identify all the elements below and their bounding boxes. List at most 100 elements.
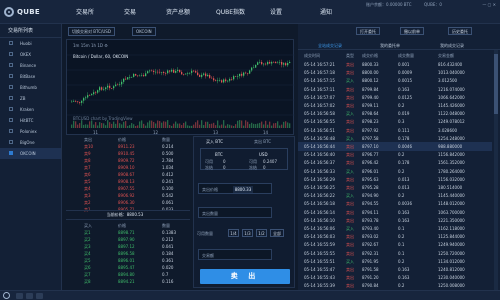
app-logo[interactable]: QUBE xyxy=(4,5,40,19)
tab-sell-btc[interactable]: 卖出 BTC xyxy=(254,139,271,145)
order-price: 8910.45 xyxy=(118,151,135,156)
order-amount: 0.542 xyxy=(162,193,174,198)
order-book-row[interactable]: 卖5 8908.13 0.241 xyxy=(68,178,178,185)
nav-assets[interactable]: 资产总额 xyxy=(166,7,190,16)
checkbox-icon[interactable] xyxy=(9,151,13,155)
status-icon[interactable] xyxy=(36,293,43,299)
order-book-row[interactable]: 卖7 8909.10 1.034 xyxy=(68,164,178,171)
checkbox-icon[interactable] xyxy=(9,96,13,100)
status-icon[interactable] xyxy=(26,293,33,299)
scroll-thumb[interactable] xyxy=(494,54,498,114)
sell-amount-field[interactable]: 卖出数量 xyxy=(198,207,272,218)
nav-notifications[interactable]: 通知 xyxy=(320,7,332,16)
nav-trade[interactable]: 交易 xyxy=(124,7,136,16)
cancel-orders-button[interactable]: 撤以前单 xyxy=(400,27,424,35)
order-book-row[interactable]: 买8 8894.21 0.116 xyxy=(68,278,178,285)
sidebar-item-bithumb[interactable]: Bithumb xyxy=(0,82,61,93)
checkbox-icon[interactable] xyxy=(9,63,13,67)
volume-bar xyxy=(287,122,289,128)
order-book-row[interactable]: 卖8 8909.72 2.784 xyxy=(68,157,178,164)
volume-bar xyxy=(171,125,173,128)
pct-third-button[interactable]: 1/3 xyxy=(242,229,253,237)
checkbox-icon[interactable] xyxy=(9,41,13,45)
volume-bar xyxy=(241,120,243,128)
candle-body xyxy=(199,74,201,77)
order-book-row[interactable]: 卖4 8907.55 0.100 xyxy=(68,185,178,192)
tab-all-trades[interactable]: 全站成交记录 xyxy=(318,43,342,49)
checkbox-icon[interactable] xyxy=(9,74,13,78)
volume-bar xyxy=(167,120,169,128)
order-book-row[interactable]: 卖9 8910.45 0.500 xyxy=(68,150,178,157)
price-chart[interactable]: 1m 15m 1h 1D ⚙ Bitcoin / Dollar, 60, OKC… xyxy=(66,39,295,135)
volume-bar xyxy=(271,125,273,128)
volume-bar xyxy=(147,122,149,128)
order-book-row[interactable]: 卖10 8911.23 0.214 xyxy=(68,143,178,150)
order-amount: 0.116 xyxy=(162,279,174,284)
order-book-row[interactable]: 买7 8894.80 0.7 xyxy=(68,271,178,278)
tab-my-trades[interactable]: 我的成交记录 xyxy=(440,43,464,49)
order-book-row[interactable]: 买2 8897.90 0.212 xyxy=(68,236,178,243)
switch-pair-button[interactable]: 切换交易对 BTC/USD xyxy=(68,27,115,36)
exchange-tag[interactable]: OKCOIN xyxy=(132,27,156,36)
sell-button[interactable]: 卖 出 xyxy=(200,269,290,284)
checkbox-icon[interactable] xyxy=(9,129,13,133)
sidebar-item-bitbase[interactable]: BitBase xyxy=(0,71,61,82)
candle-body xyxy=(271,62,273,64)
sidebar-item-bigone[interactable]: BigOne xyxy=(0,137,61,148)
sidebar-item-kraken[interactable]: Kraken xyxy=(0,104,61,115)
sidebar-item-binance[interactable]: Binance xyxy=(0,60,61,71)
order-book-row[interactable]: 买6 8895.47 0.020 xyxy=(68,264,178,271)
open-orders-button[interactable]: 打开委托 xyxy=(356,27,380,35)
pct-quarter-button[interactable]: 1/4 xyxy=(228,229,239,237)
candle-body xyxy=(159,71,161,73)
sidebar-item-okex[interactable]: OKEX xyxy=(0,49,61,60)
pct-half-button[interactable]: 1/2 xyxy=(256,229,267,237)
checkbox-icon[interactable] xyxy=(9,85,13,89)
tab-buy-btc[interactable]: 买入 BTC xyxy=(206,139,223,145)
checkbox-icon[interactable] xyxy=(9,52,13,56)
volume-bar xyxy=(173,123,175,128)
candle-body xyxy=(243,72,245,76)
history-orders-button[interactable]: 历史委托 xyxy=(448,27,472,35)
volume-bar xyxy=(215,125,217,128)
status-icon[interactable] xyxy=(16,293,23,299)
order-book-row[interactable]: 卖2 8906.30 0.061 xyxy=(68,199,178,206)
sidebar-item-zb[interactable]: ZB xyxy=(0,93,61,104)
sidebar-item-label: ZB xyxy=(20,96,26,101)
trade-total-field[interactable]: 交易额 xyxy=(198,249,272,260)
sidebar-item-okcoin[interactable]: OKCOIN xyxy=(0,148,61,159)
checkbox-icon[interactable] xyxy=(9,140,13,144)
order-book-row[interactable]: 买5 8896.01 0.361 xyxy=(68,257,178,264)
window-controls[interactable]: — ▢ ✕ xyxy=(482,2,496,7)
order-book-row[interactable]: 买1 8898.71 0.1383 xyxy=(68,229,178,236)
candle-body xyxy=(187,73,189,74)
volume-bar xyxy=(235,124,237,128)
history-scrollbar[interactable] xyxy=(494,50,498,290)
order-book-row[interactable]: 买4 8896.58 0.184 xyxy=(68,250,178,257)
checkbox-icon[interactable] xyxy=(9,118,13,122)
chart-toolbar[interactable]: 1m 15m 1h 1D ⚙ xyxy=(73,43,108,48)
volume-bar xyxy=(149,120,151,128)
sidebar-item-poloniex[interactable]: Poloniex xyxy=(0,126,61,137)
checkbox-icon[interactable] xyxy=(9,107,13,111)
pct-all-button[interactable]: 全部 xyxy=(270,229,284,237)
candle-body xyxy=(225,79,227,82)
order-book-row[interactable]: 买3 8897.12 0.041 xyxy=(68,243,178,250)
exchange-list: Huobi OKEX Binance BitBase Bithumb ZB Kraken Hi… xyxy=(0,38,61,159)
sell-price-field[interactable]: 卖出价格 8800.33 xyxy=(198,183,272,194)
sell-price-input[interactable]: 8800.33 xyxy=(233,186,253,193)
candle-body xyxy=(121,81,123,85)
order-book-row[interactable]: 卖6 8908.67 0.412 xyxy=(68,171,178,178)
nav-exchange[interactable]: 交易所 xyxy=(76,7,94,16)
order-amount: 1.034 xyxy=(162,165,174,170)
sidebar-item-hitbtc[interactable]: HitBTC xyxy=(0,115,61,126)
sidebar-item-huobi[interactable]: Huobi xyxy=(0,38,61,49)
volume-bar xyxy=(169,124,171,128)
nav-qube-index[interactable]: QUBE指数 xyxy=(216,7,245,16)
qube-logo-icon[interactable] xyxy=(3,292,10,299)
order-book-row[interactable]: 卖3 8906.92 0.542 xyxy=(68,192,178,199)
nav-settings[interactable]: 设置 xyxy=(270,7,282,16)
tab-my-orders[interactable]: 我的委托单 xyxy=(380,43,400,49)
order-label: 卖8 xyxy=(84,158,91,163)
volume-bar xyxy=(97,125,99,128)
